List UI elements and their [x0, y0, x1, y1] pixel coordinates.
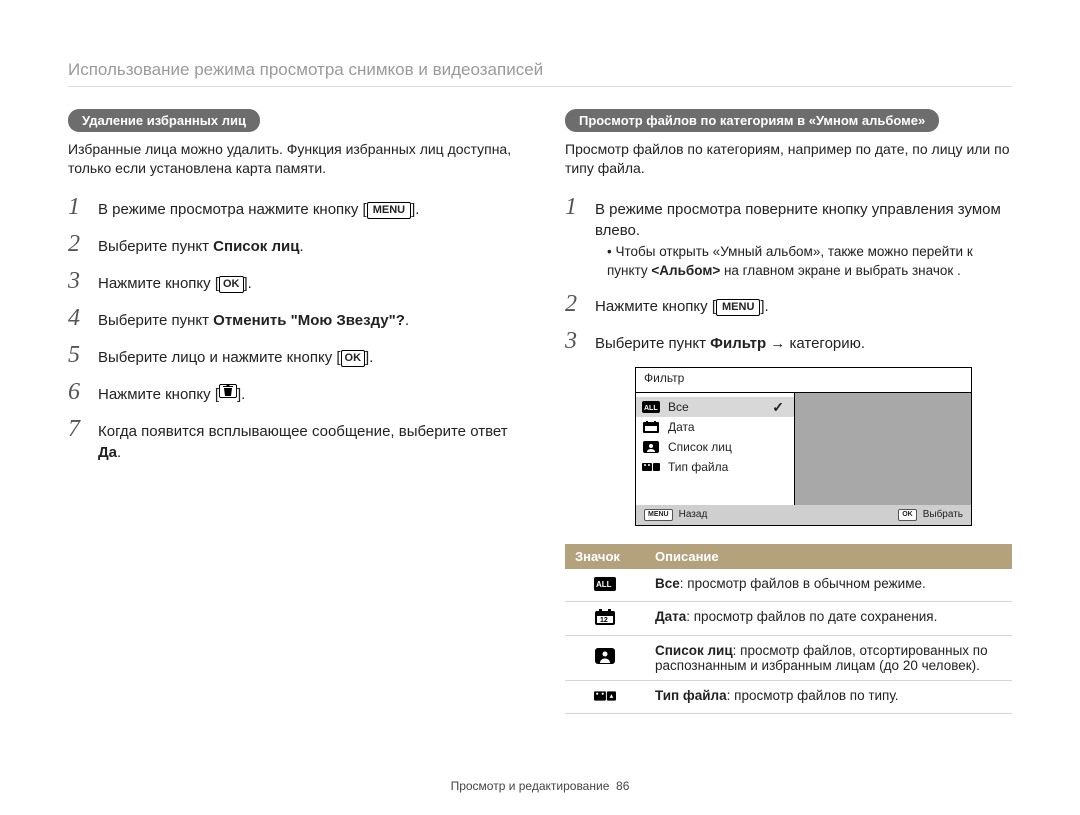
step-text: Нажмите кнопку [].: [98, 384, 245, 405]
cell-desc: Тип файла: просмотр файлов по типу.: [645, 680, 1012, 713]
left-intro: Избранные лица можно удалить. Функция из…: [68, 140, 515, 178]
th-desc: Описание: [645, 544, 1012, 569]
filter-item-filetype[interactable]: Тип файла: [636, 457, 794, 477]
cell-icon: 12: [565, 601, 645, 635]
left-column: Удаление избранных лиц Избранные лица мо…: [68, 109, 515, 714]
step: 1 В режиме просмотра поверните кнопку уп…: [565, 194, 1012, 281]
step-number: 4: [68, 305, 82, 332]
table-row: ALL Все: просмотр файлов в обычном режим…: [565, 569, 1012, 602]
cell-desc: Список лиц: просмотр файлов, отсортирова…: [645, 635, 1012, 680]
cell-desc: Все: просмотр файлов в обычном режиме.: [645, 569, 1012, 602]
all-icon: ALL: [642, 400, 660, 414]
filter-select-button[interactable]: OK Выбрать: [898, 509, 963, 521]
step-number: 2: [565, 291, 579, 318]
step-text: Выберите пункт Отменить "Мою Звезду"?.: [98, 310, 409, 331]
step-number: 7: [68, 416, 82, 443]
table-row: 12 Дата: просмотр файлов по дате сохране…: [565, 601, 1012, 635]
calendar-icon: 12: [594, 609, 616, 625]
ok-icon: OK: [898, 509, 917, 521]
filter-item-faces[interactable]: Список лиц: [636, 437, 794, 457]
check-icon: ✓: [772, 399, 784, 416]
ok-icon: OK: [219, 276, 244, 293]
step-text: Выберите пункт Фильтр → категорию.: [595, 333, 865, 354]
filetype-icon: [594, 688, 616, 704]
calendar-icon: [642, 420, 660, 434]
ok-icon: OK: [341, 350, 366, 367]
th-icon: Значок: [565, 544, 645, 569]
filetype-icon: [642, 460, 660, 474]
filter-item-all[interactable]: ALL Все: [636, 397, 794, 417]
step-number: 6: [68, 379, 82, 406]
cell-desc: Дата: просмотр файлов по дате сохранения…: [645, 601, 1012, 635]
step-number: 5: [68, 342, 82, 369]
step-number: 3: [68, 268, 82, 295]
face-icon: [642, 440, 660, 454]
step-text: Нажмите кнопку [OK].: [98, 273, 252, 294]
page: Использование режима просмотра снимков и…: [0, 0, 1080, 815]
svg-text:ALL: ALL: [596, 580, 612, 589]
step: 1 В режиме просмотра нажмите кнопку [MEN…: [68, 194, 515, 221]
step-text: Выберите пункт Список лиц.: [98, 236, 304, 257]
cell-icon: [565, 680, 645, 713]
step: 7 Когда появится всплывающее сообщение, …: [68, 416, 515, 463]
trash-icon: [219, 384, 237, 398]
content-columns: Удаление избранных лиц Избранные лица мо…: [68, 109, 1012, 714]
cell-icon: [565, 635, 645, 680]
menu-icon: MENU: [644, 509, 673, 521]
icon-description-table: Значок Описание ALL Все: просмотр файлов…: [565, 544, 1012, 714]
menu-icon: MENU: [367, 202, 411, 219]
step: 6 Нажмите кнопку [].: [68, 379, 515, 406]
step: 3 Нажмите кнопку [OK].: [68, 268, 515, 295]
page-title: Использование режима просмотра снимков и…: [68, 60, 1012, 87]
cell-icon: ALL: [565, 569, 645, 602]
filter-title: Фильтр: [636, 368, 971, 393]
step-text: Когда появится всплывающее сообщение, вы…: [98, 421, 515, 463]
step-number: 1: [565, 194, 579, 221]
filter-panel: Фильтр ✓ ALL Все Дата: [635, 367, 972, 526]
all-icon: ALL: [594, 576, 616, 592]
step: 2 Выберите пункт Список лиц.: [68, 231, 515, 258]
step: 5 Выберите лицо и нажмите кнопку [OK].: [68, 342, 515, 369]
face-icon: [594, 648, 616, 664]
step-number: 3: [565, 328, 579, 355]
step-sub: Чтобы открыть «Умный альбом», также можн…: [607, 243, 1012, 281]
right-column: Просмотр файлов по категориям в «Умном а…: [565, 109, 1012, 714]
filter-item-date[interactable]: Дата: [636, 417, 794, 437]
step-text: В режиме просмотра поверните кнопку упра…: [595, 199, 1012, 281]
step: 2 Нажмите кнопку [MENU].: [565, 291, 1012, 318]
right-intro: Просмотр файлов по категориям, например …: [565, 140, 1012, 178]
step-number: 1: [68, 194, 82, 221]
svg-text:ALL: ALL: [644, 405, 658, 412]
filter-list: ✓ ALL Все Дата Список лиц: [636, 393, 795, 505]
filter-body: ✓ ALL Все Дата Список лиц: [636, 393, 971, 505]
filter-back-button[interactable]: MENU Назад: [644, 509, 707, 521]
step: 4 Выберите пункт Отменить "Мою Звезду"?.: [68, 305, 515, 332]
section-pill-delete-faces: Удаление избранных лиц: [68, 109, 260, 132]
step: 3 Выберите пункт Фильтр → категорию.: [565, 328, 1012, 355]
left-steps: 1 В режиме просмотра нажмите кнопку [MEN…: [68, 194, 515, 463]
filter-preview-area: [795, 393, 971, 505]
page-footer: Просмотр и редактирование 86: [0, 779, 1080, 793]
menu-icon: MENU: [716, 299, 760, 316]
right-steps: 1 В режиме просмотра поверните кнопку уп…: [565, 194, 1012, 355]
svg-text:12: 12: [600, 617, 608, 624]
step-text: В режиме просмотра нажмите кнопку [MENU]…: [98, 199, 419, 220]
table-header-row: Значок Описание: [565, 544, 1012, 569]
step-number: 2: [68, 231, 82, 258]
step-text: Нажмите кнопку [MENU].: [595, 296, 769, 317]
section-pill-smart-album: Просмотр файлов по категориям в «Умном а…: [565, 109, 939, 132]
table-row: Список лиц: просмотр файлов, отсортирова…: [565, 635, 1012, 680]
table-row: Тип файла: просмотр файлов по типу.: [565, 680, 1012, 713]
filter-footer: MENU Назад OK Выбрать: [636, 505, 971, 525]
step-text: Выберите лицо и нажмите кнопку [OK].: [98, 347, 373, 368]
